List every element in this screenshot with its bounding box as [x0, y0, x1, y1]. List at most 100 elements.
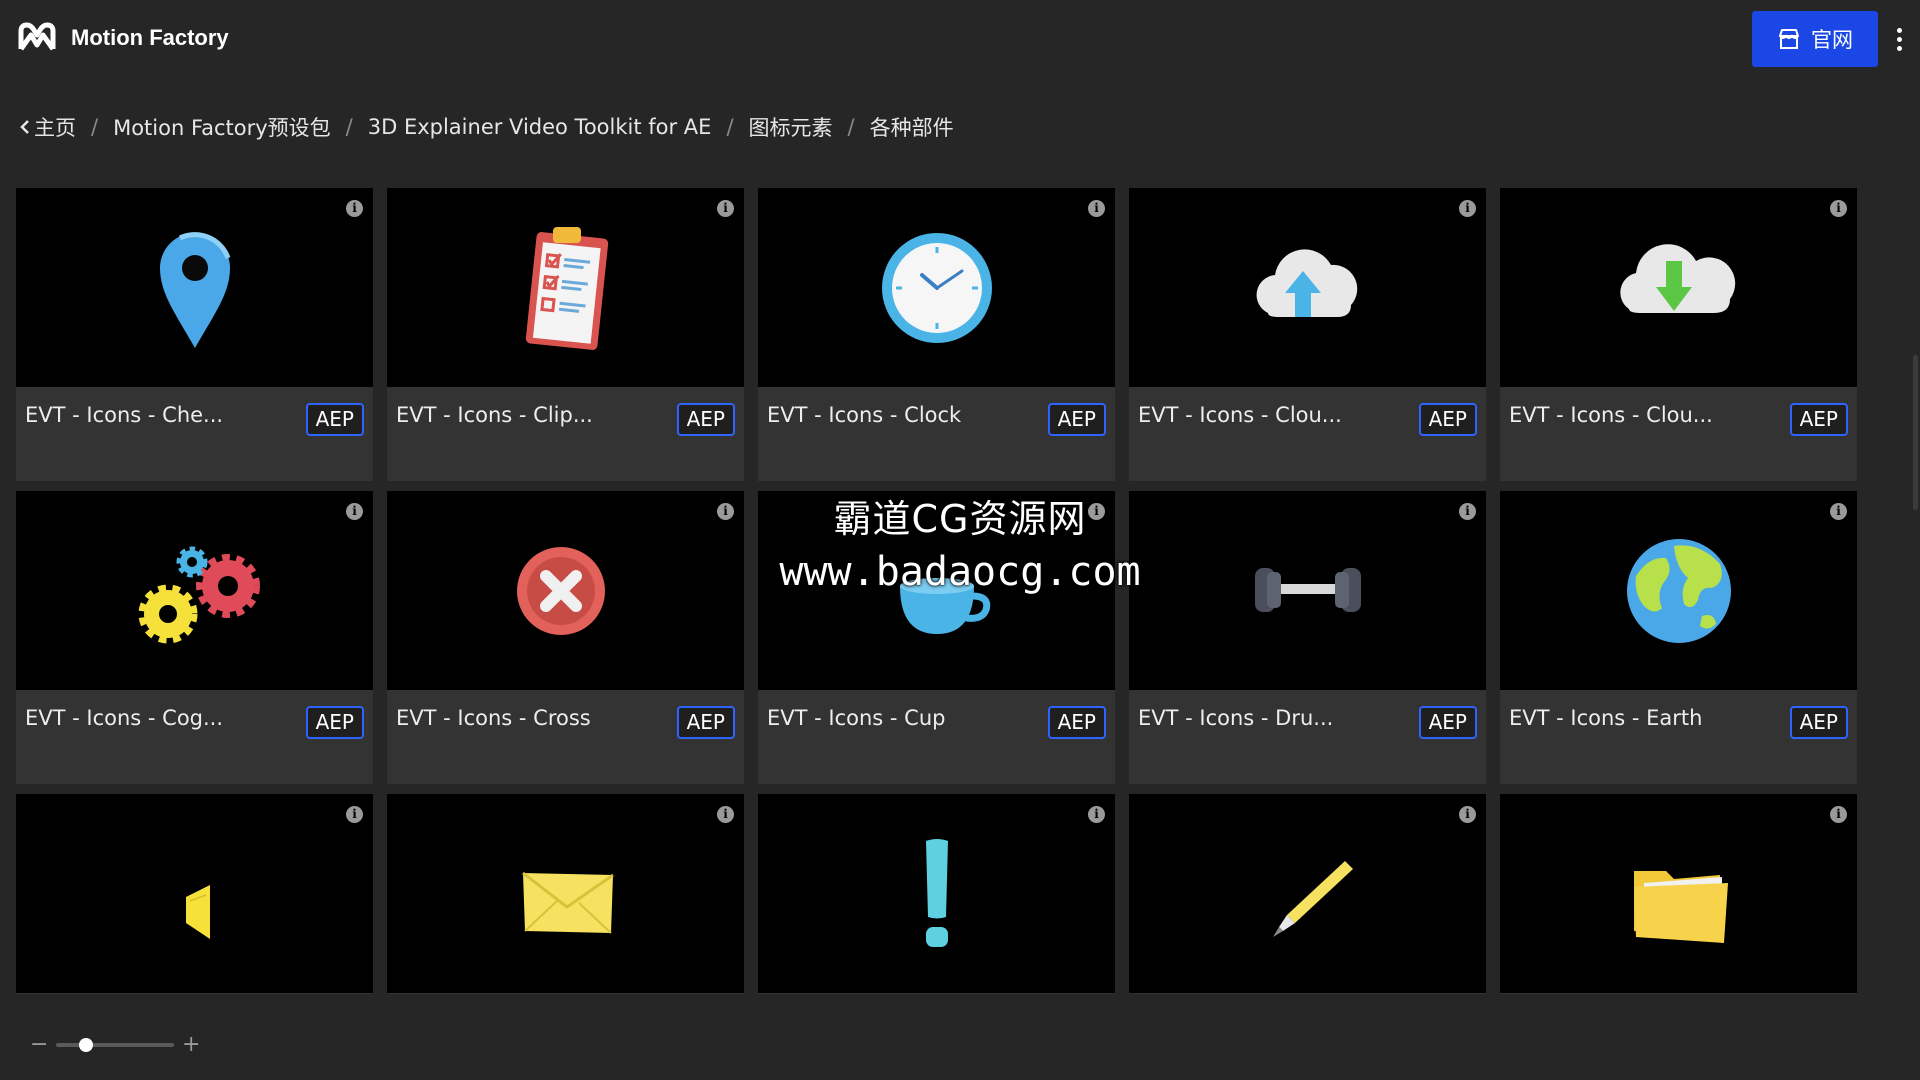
- envelope-icon: [521, 871, 614, 934]
- info-icon[interactable]: i: [346, 806, 363, 823]
- asset-thumbnail[interactable]: i: [1129, 794, 1486, 993]
- asset-thumbnail[interactable]: i: [16, 794, 373, 993]
- info-icon[interactable]: i: [346, 200, 363, 217]
- breadcrumb-separator: /: [726, 115, 734, 139]
- map-pin-icon: [159, 231, 230, 348]
- asset-card[interactable]: i: [1129, 794, 1486, 994]
- dumbbell-icon: [1254, 567, 1361, 612]
- more-menu-icon[interactable]: [1890, 22, 1908, 56]
- breadcrumb-item[interactable]: 图标元素: [749, 112, 833, 142]
- asset-title: EVT - Icons - Earth: [1509, 706, 1703, 730]
- clipboard-icon: [525, 226, 608, 350]
- asset-card[interactable]: i: [1500, 794, 1857, 994]
- zoom-control: − +: [30, 1034, 200, 1056]
- asset-thumbnail[interactable]: i: [387, 794, 744, 993]
- asset-title: EVT - Icons - Clip...: [396, 403, 593, 427]
- aep-badge: AEP: [305, 706, 364, 739]
- breadcrumb-separator: /: [91, 115, 99, 139]
- breadcrumb-current: 各种部件: [869, 116, 954, 140]
- breadcrumb-separator: /: [847, 115, 855, 139]
- folder-icon: [1633, 870, 1728, 943]
- asset-thumbnail[interactable]: i: [1500, 491, 1857, 690]
- asset-card[interactable]: i EVT - Icons - Che... AEP: [16, 188, 373, 481]
- cross-icon: [516, 546, 605, 635]
- exclamation-icon: [925, 838, 948, 947]
- info-icon[interactable]: i: [1830, 503, 1847, 520]
- app-title: Motion Factory: [71, 25, 229, 50]
- store-icon: [1779, 29, 1799, 49]
- card-icon: [185, 884, 210, 939]
- asset-title: EVT - Icons - Clou...: [1509, 403, 1713, 427]
- asset-thumbnail[interactable]: i: [16, 491, 373, 690]
- earth-icon: [1626, 538, 1731, 643]
- asset-thumbnail[interactable]: i: [16, 188, 373, 387]
- asset-thumbnail[interactable]: i: [1500, 794, 1857, 993]
- cogs-icon: [138, 546, 260, 643]
- chevron-left-icon: [20, 120, 29, 134]
- asset-thumbnail[interactable]: i: [387, 491, 744, 690]
- asset-title: EVT - Icons - Cup: [767, 706, 946, 730]
- info-icon[interactable]: i: [1459, 200, 1476, 217]
- asset-card[interactable]: i: [387, 794, 744, 994]
- info-icon[interactable]: i: [1830, 200, 1847, 217]
- asset-thumbnail[interactable]: i: [387, 188, 744, 387]
- asset-card[interactable]: i EVT - Icons - Dru... AEP: [1129, 491, 1486, 784]
- brand[interactable]: Motion Factory: [17, 21, 229, 55]
- asset-card[interactable]: i: [758, 794, 1115, 994]
- scrollbar-thumb[interactable]: [1913, 355, 1918, 510]
- asset-title: EVT - Icons - Clock: [767, 403, 962, 427]
- zoom-slider-handle[interactable]: [78, 1038, 93, 1052]
- info-icon[interactable]: i: [1459, 503, 1476, 520]
- asset-thumbnail[interactable]: i: [758, 794, 1115, 993]
- breadcrumb-home[interactable]: 主页: [20, 112, 76, 142]
- official-site-button[interactable]: 官网: [1752, 11, 1878, 67]
- clock-icon: [881, 232, 992, 343]
- asset-title: EVT - Icons - Cog...: [25, 706, 224, 730]
- watermark-url: www.badaocg.com: [779, 549, 1141, 595]
- aep-badge: AEP: [676, 403, 735, 436]
- asset-card[interactable]: i EVT - Icons - Clou... AEP: [1500, 188, 1857, 481]
- aep-badge: AEP: [1418, 403, 1477, 436]
- aep-badge: AEP: [1789, 403, 1848, 436]
- motion-factory-logo-icon: [18, 22, 56, 51]
- breadcrumb-item[interactable]: 3D Explainer Video Toolkit for AE: [368, 115, 712, 139]
- asset-card[interactable]: i EVT - Icons - Clock AEP: [758, 188, 1115, 481]
- asset-title: EVT - Icons - Che...: [25, 403, 224, 427]
- pen-icon: [1272, 860, 1353, 937]
- asset-thumbnail[interactable]: i: [1500, 188, 1857, 387]
- info-icon[interactable]: i: [717, 503, 734, 520]
- aep-badge: AEP: [305, 403, 364, 436]
- asset-thumbnail[interactable]: i: [1129, 491, 1486, 690]
- info-icon[interactable]: i: [1088, 806, 1105, 823]
- zoom-slider[interactable]: [56, 1038, 174, 1052]
- info-icon[interactable]: i: [1088, 200, 1105, 217]
- breadcrumb: 主页 / Motion Factory预设包 / 3D Explainer Vi…: [20, 112, 954, 142]
- official-site-label: 官网: [1811, 28, 1853, 52]
- cloud-download-icon: [1619, 243, 1735, 313]
- asset-card[interactable]: i EVT - Icons - Clou... AEP: [1129, 188, 1486, 481]
- watermark-title: 霸道CG资源网: [833, 497, 1087, 541]
- asset-thumbnail[interactable]: i: [758, 188, 1115, 387]
- info-icon[interactable]: i: [1830, 806, 1847, 823]
- asset-title: EVT - Icons - Clou...: [1138, 403, 1342, 427]
- asset-title: EVT - Icons - Dru...: [1138, 706, 1334, 730]
- asset-card[interactable]: i: [16, 794, 373, 994]
- zoom-in-button[interactable]: +: [182, 1034, 200, 1056]
- asset-thumbnail[interactable]: i: [1129, 188, 1486, 387]
- zoom-out-button[interactable]: −: [30, 1034, 48, 1056]
- aep-badge: AEP: [1789, 706, 1848, 739]
- asset-card[interactable]: i EVT - Icons - Clip... AEP: [387, 188, 744, 481]
- info-icon[interactable]: i: [717, 806, 734, 823]
- top-bar: Motion Factory 官网: [0, 0, 1920, 77]
- asset-card[interactable]: i EVT - Icons - Earth AEP: [1500, 491, 1857, 784]
- info-icon[interactable]: i: [1459, 806, 1476, 823]
- info-icon[interactable]: i: [717, 200, 734, 217]
- breadcrumb-label: 主页: [34, 116, 76, 140]
- breadcrumb-item[interactable]: Motion Factory预设包: [113, 112, 331, 142]
- asset-card[interactable]: i EVT - Icons - Cog... AEP: [16, 491, 373, 784]
- aep-badge: AEP: [1047, 403, 1106, 436]
- info-icon[interactable]: i: [346, 503, 363, 520]
- asset-title: EVT - Icons - Cross: [396, 706, 591, 730]
- asset-card[interactable]: i EVT - Icons - Cross AEP: [387, 491, 744, 784]
- cloud-upload-icon: [1256, 248, 1357, 317]
